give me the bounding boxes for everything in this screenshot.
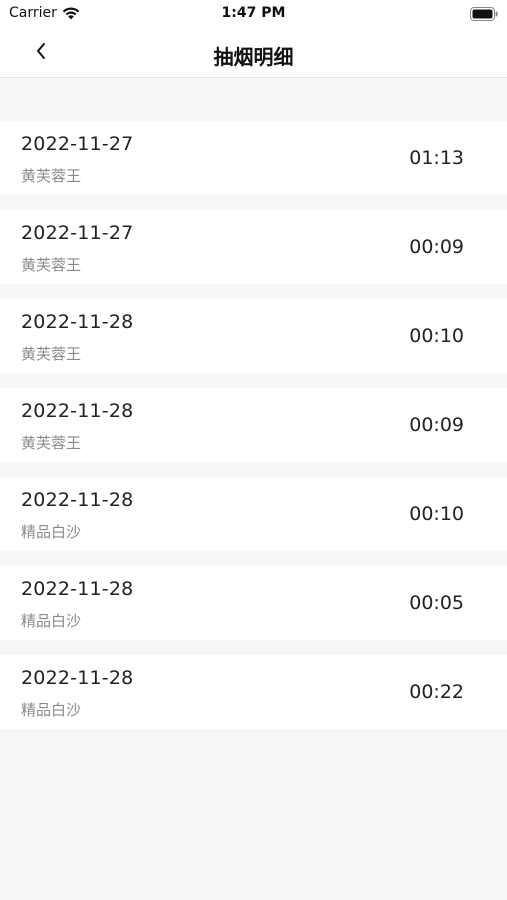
list-item[interactable]: 2022-11-28 黄芙蓉王 00:10 [0, 299, 507, 373]
record-date: 2022-11-28 [21, 489, 134, 511]
status-bar: Carrier 1:47 PM [0, 0, 507, 28]
record-brand: 黄芙蓉王 [21, 167, 82, 185]
battery-icon [470, 6, 498, 25]
record-duration: 00:22 [409, 681, 464, 703]
record-duration: 01:13 [409, 147, 464, 169]
record-duration: 00:05 [409, 592, 464, 614]
record-duration: 00:10 [409, 503, 464, 525]
list-item[interactable]: 2022-11-27 黄芙蓉王 01:13 [0, 121, 507, 195]
record-brand: 黄芙蓉王 [21, 434, 82, 452]
list-item[interactable]: 2022-11-28 精品白沙 00:05 [0, 566, 507, 640]
status-time: 1:47 PM [221, 5, 286, 21]
record-date: 2022-11-28 [21, 400, 134, 422]
record-brand: 黄芙蓉王 [21, 345, 82, 363]
record-duration: 00:09 [409, 236, 464, 258]
record-date: 2022-11-28 [21, 578, 134, 600]
list-item[interactable]: 2022-11-28 精品白沙 00:22 [0, 655, 507, 729]
record-brand: 精品白沙 [21, 523, 82, 541]
record-brand: 精品白沙 [21, 612, 82, 630]
smoking-detail-screen: Carrier 1:47 PM 抽烟明细 2022-11-27 黄芙蓉王 01:… [0, 0, 507, 900]
record-date: 2022-11-28 [21, 311, 134, 333]
page-title: 抽烟明细 [213, 45, 294, 69]
list-item[interactable]: 2022-11-28 精品白沙 00:10 [0, 477, 507, 551]
record-brand: 精品白沙 [21, 701, 82, 719]
record-date: 2022-11-27 [21, 133, 134, 155]
record-date: 2022-11-28 [21, 667, 134, 689]
record-duration: 00:10 [409, 325, 464, 347]
list-item[interactable]: 2022-11-27 黄芙蓉王 00:09 [0, 210, 507, 284]
list-item[interactable]: 2022-11-28 黄芙蓉王 00:09 [0, 388, 507, 462]
record-duration: 00:09 [409, 414, 464, 436]
navigation-bar: 抽烟明细 [0, 28, 507, 78]
smoking-record-list: 2022-11-27 黄芙蓉王 01:13 2022-11-27 黄芙蓉王 00… [0, 121, 507, 744]
record-brand: 黄芙蓉王 [21, 256, 82, 274]
record-date: 2022-11-27 [21, 222, 134, 244]
